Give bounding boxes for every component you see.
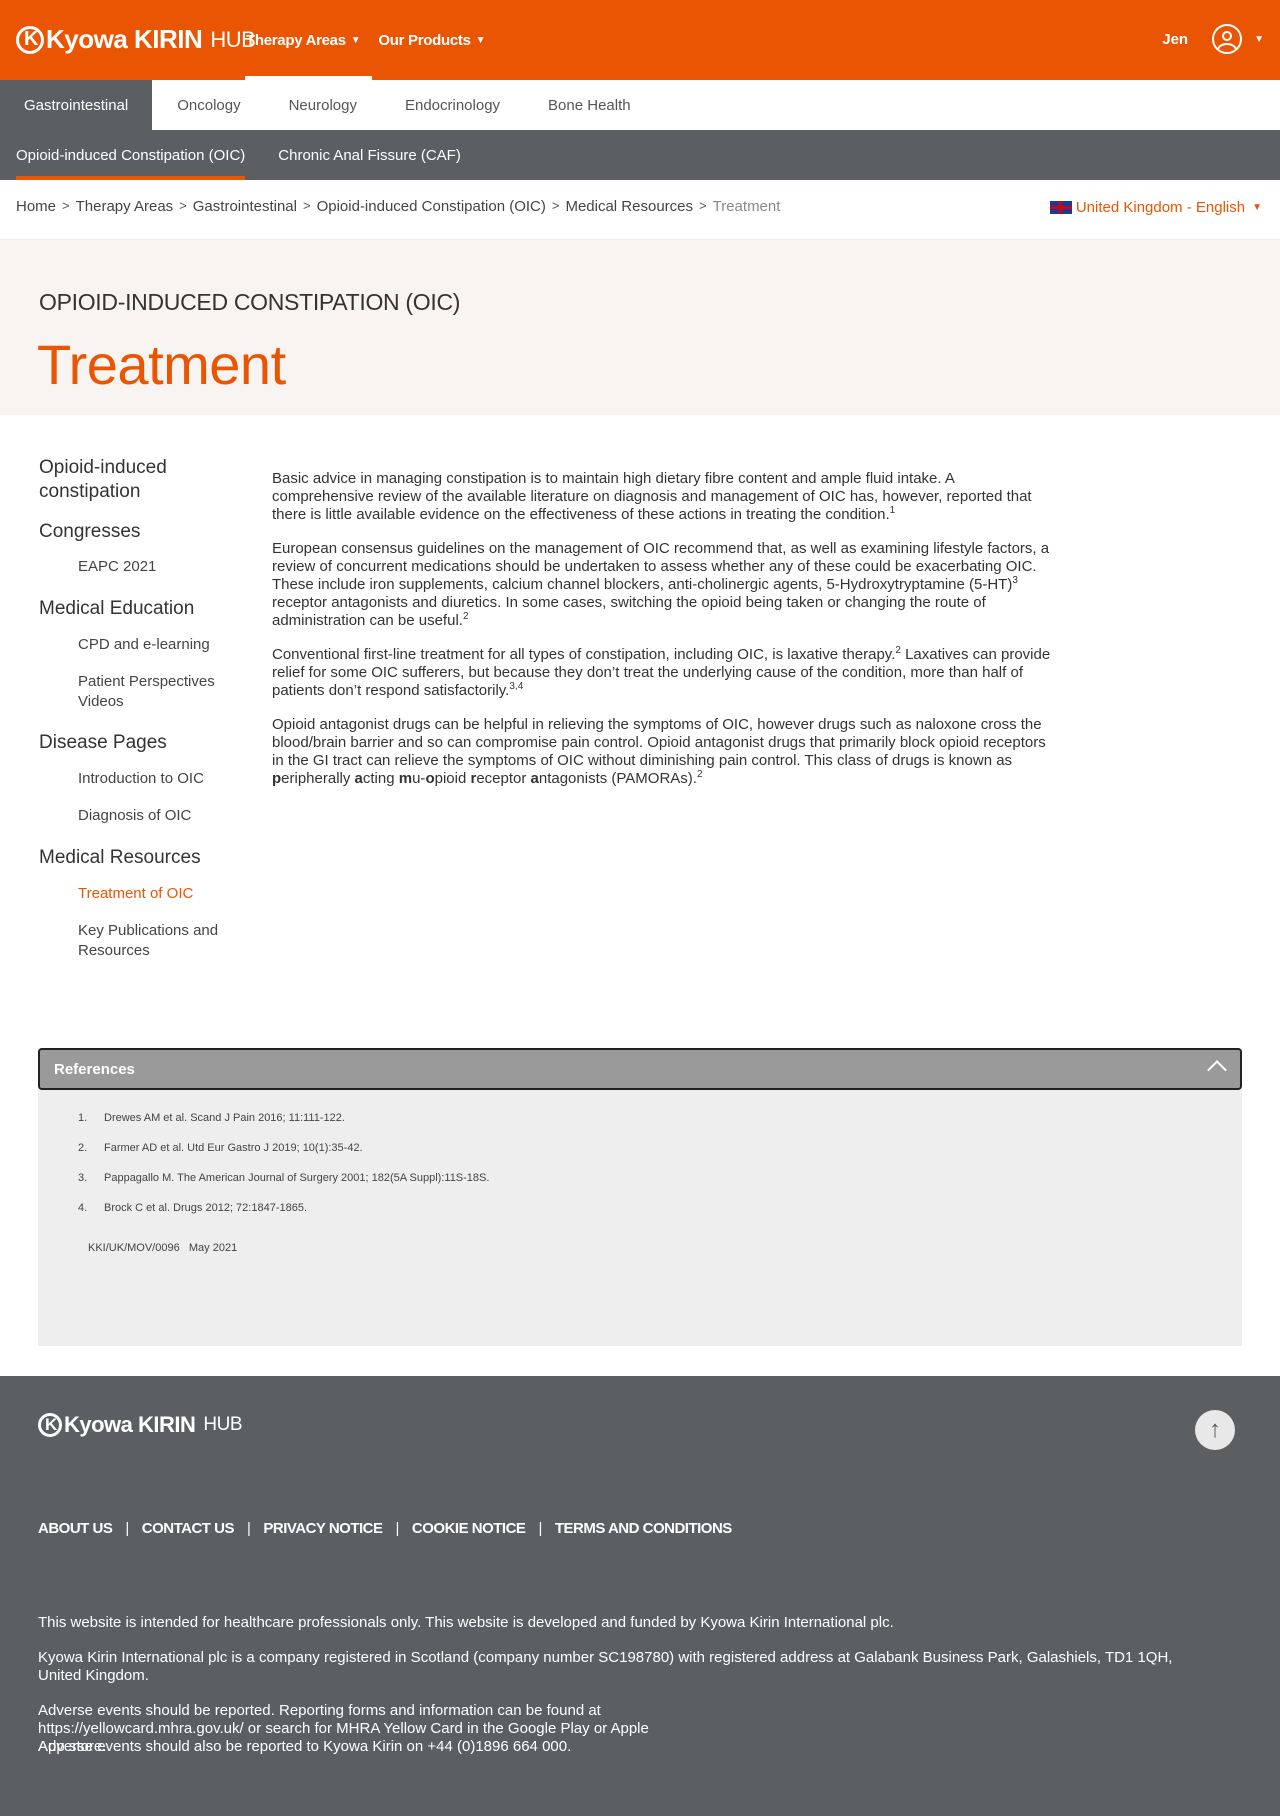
- tab-bone-health[interactable]: Bone Health: [524, 80, 655, 130]
- references-panel: References 1. Drewes AM et al. Scand J Pa…: [38, 1048, 1242, 1346]
- tab-gastrointestinal[interactable]: Gastrointestinal: [0, 80, 153, 130]
- chevron-down-icon: ▼: [1252, 202, 1262, 213]
- tab-endocrinology[interactable]: Endocrinology: [381, 80, 524, 130]
- article-paragraph: Conventional first-line treatment for al…: [272, 645, 1051, 700]
- chevron-right-icon: >: [699, 198, 707, 213]
- nav-therapy-areas-label: Therapy Areas: [246, 31, 346, 49]
- link-separator: |: [395, 1520, 400, 1537]
- job-code: KKI/UK/MOV/0096 May 2021: [88, 1242, 238, 1254]
- footer-note-adverse-kk: Adverse events should also be reported t…: [38, 1738, 572, 1755]
- breadcrumb-gastrointestinal[interactable]: Gastrointestinal: [193, 198, 297, 215]
- footer-logo[interactable]: Kyowa KIRIN HUB: [38, 1412, 243, 1438]
- chevron-right-icon: >: [302, 198, 311, 213]
- nav-therapy-areas[interactable]: Therapy Areas ▼: [244, 0, 373, 80]
- nav-our-products[interactable]: Our Products ▼: [378, 0, 485, 80]
- therapy-tabs: Gastrointestinal Oncology Neurology Endo…: [0, 80, 1280, 130]
- sidenav-section-disease-pages[interactable]: Disease Pages: [39, 731, 239, 755]
- article-paragraph: Opioid antagonist drugs can be helpful i…: [272, 716, 1046, 787]
- kyowa-kirin-logo-icon: [16, 25, 44, 54]
- tab-oncology[interactable]: Oncology: [152, 80, 264, 130]
- link-separator: |: [538, 1520, 542, 1537]
- chevron-down-icon: ▼: [475, 34, 486, 46]
- reference-item: 2. Farmer AD et al. Utd Eur Gastro J 2019…: [78, 1142, 363, 1154]
- footer-links: ABOUT US | CONTACT US | PRIVACY NOTICE |…: [38, 1520, 732, 1537]
- footer-logo-hub-text: HUB: [203, 1414, 243, 1435]
- footer-link-terms[interactable]: TERMS AND CONDITIONS: [555, 1520, 732, 1537]
- sidenav-item-key-publications[interactable]: Key Publications and Resources: [78, 921, 239, 960]
- references-toggle[interactable]: References: [38, 1048, 1242, 1090]
- kyowa-kirin-logo-icon: [38, 1413, 62, 1437]
- page-title: Treatment: [37, 333, 286, 396]
- footnote-ref[interactable]: 2: [697, 769, 703, 780]
- footer-note-company: Kyowa Kirin International plc is a compa…: [38, 1649, 1173, 1684]
- page-hero: OPIOID-INDUCED CONSTIPATION (OIC) Treatm…: [0, 240, 1280, 415]
- subtab-oic[interactable]: Opioid-induced Constipation (OIC): [16, 130, 246, 180]
- nav-our-products-label: Our Products: [378, 31, 471, 49]
- arrow-up-icon: ↑: [1209, 1416, 1221, 1443]
- sidenav-section-oic[interactable]: Opioid-induced constipation: [39, 456, 239, 504]
- article-paragraph: Basic advice in managing constipation is…: [272, 470, 1032, 523]
- logo-text: Kyowa KIRIN: [46, 24, 203, 54]
- sidenav-section-congresses[interactable]: Congresses: [39, 520, 239, 544]
- site-footer: Kyowa KIRIN HUB ↑ ABOUT US | CONTACT US …: [0, 1376, 1280, 1816]
- user-avatar-icon: [1212, 24, 1243, 54]
- chevron-down-icon: ▼: [350, 34, 361, 46]
- references-list: 1. Drewes AM et al. Scand J Pain 2016; 11…: [78, 1112, 1242, 1214]
- user-menu[interactable]: Jen ▼: [1162, 24, 1264, 54]
- chevron-up-icon: [1207, 1060, 1227, 1080]
- site-logo[interactable]: Kyowa KIRIN HUB: [16, 24, 256, 55]
- references-title: References: [54, 1060, 135, 1078]
- article-paragraph: European consensus guidelines on the man…: [272, 540, 1050, 629]
- footer-link-about[interactable]: ABOUT US: [38, 1520, 113, 1537]
- breadcrumb-bar: Home > Therapy Areas > Gastrointestinal …: [0, 180, 1280, 240]
- breadcrumb-medical-resources[interactable]: Medical Resources: [565, 198, 693, 215]
- chevron-down-icon: ▼: [1254, 33, 1264, 45]
- footnote-ref[interactable]: 2: [463, 611, 469, 622]
- side-nav: Opioid-induced constipation Congresses E…: [39, 456, 239, 980]
- article-body: Basic advice in managing constipation is…: [272, 470, 1052, 804]
- chevron-right-icon: >: [62, 198, 70, 213]
- link-separator: |: [246, 1520, 251, 1537]
- footer-note-hcp: This website is intended for healthcare …: [38, 1614, 894, 1631]
- uk-flag-icon: [1049, 201, 1072, 214]
- sidenav-item-diagnosis[interactable]: Diagnosis of OIC: [78, 806, 239, 826]
- footer-link-contact[interactable]: CONTACT US: [142, 1520, 235, 1537]
- footer-link-cookie[interactable]: COOKIE NOTICE: [412, 1520, 526, 1537]
- breadcrumb-current: Treatment: [712, 198, 781, 215]
- footer-link-privacy[interactable]: PRIVACY NOTICE: [263, 1520, 383, 1537]
- locale-selector[interactable]: United Kingdom - English ▼: [1049, 199, 1262, 216]
- main-nav: Therapy Areas ▼ Our Products ▼: [244, 0, 503, 80]
- chevron-right-icon: >: [551, 198, 560, 213]
- footnote-ref[interactable]: 3,4: [509, 681, 523, 692]
- breadcrumb-home[interactable]: Home: [16, 198, 56, 215]
- top-header: Kyowa KIRIN HUB Therapy Areas ▼ Our Prod…: [0, 0, 1280, 80]
- condition-subnav: Opioid-induced Constipation (OIC) Chroni…: [0, 130, 1280, 180]
- reference-item: 4. Brock C et al. Drugs 2012; 72:1847-186…: [78, 1202, 308, 1214]
- breadcrumb-therapy-areas[interactable]: Therapy Areas: [76, 198, 174, 215]
- subtab-caf[interactable]: Chronic Anal Fissure (CAF): [278, 130, 461, 180]
- link-separator: |: [125, 1520, 129, 1537]
- sidenav-section-medical-resources[interactable]: Medical Resources: [39, 846, 239, 870]
- footnote-ref[interactable]: 3: [1012, 575, 1018, 586]
- footnote-ref[interactable]: 1: [890, 505, 896, 516]
- footer-logo-text: Kyowa KIRIN: [64, 1412, 196, 1437]
- breadcrumb: Home > Therapy Areas > Gastrointestinal …: [16, 198, 780, 215]
- back-to-top-button[interactable]: ↑: [1195, 1410, 1235, 1450]
- user-name: Jen: [1162, 30, 1189, 48]
- sidenav-section-medical-education[interactable]: Medical Education: [39, 597, 239, 621]
- sidenav-item-eapc-2021[interactable]: EAPC 2021: [78, 557, 239, 577]
- sidenav-item-treatment[interactable]: Treatment of OIC: [78, 884, 239, 904]
- locale-label: United Kingdom - English: [1075, 199, 1246, 216]
- sidenav-item-patient-videos[interactable]: Patient Perspectives Videos: [78, 672, 239, 711]
- chevron-right-icon: >: [179, 198, 187, 213]
- tab-neurology[interactable]: Neurology: [265, 80, 381, 130]
- reference-item: 1. Drewes AM et al. Scand J Pain 2016; 11…: [78, 1112, 345, 1124]
- breadcrumb-oic[interactable]: Opioid-induced Constipation (OIC): [317, 198, 546, 215]
- reference-item: 3. Pappagallo M. The American Journal of …: [78, 1172, 490, 1184]
- page-kicker: OPIOID-INDUCED CONSTIPATION (OIC): [39, 289, 461, 315]
- sidenav-item-cpd[interactable]: CPD and e-learning: [78, 635, 239, 655]
- sidenav-item-introduction[interactable]: Introduction to OIC: [78, 769, 239, 789]
